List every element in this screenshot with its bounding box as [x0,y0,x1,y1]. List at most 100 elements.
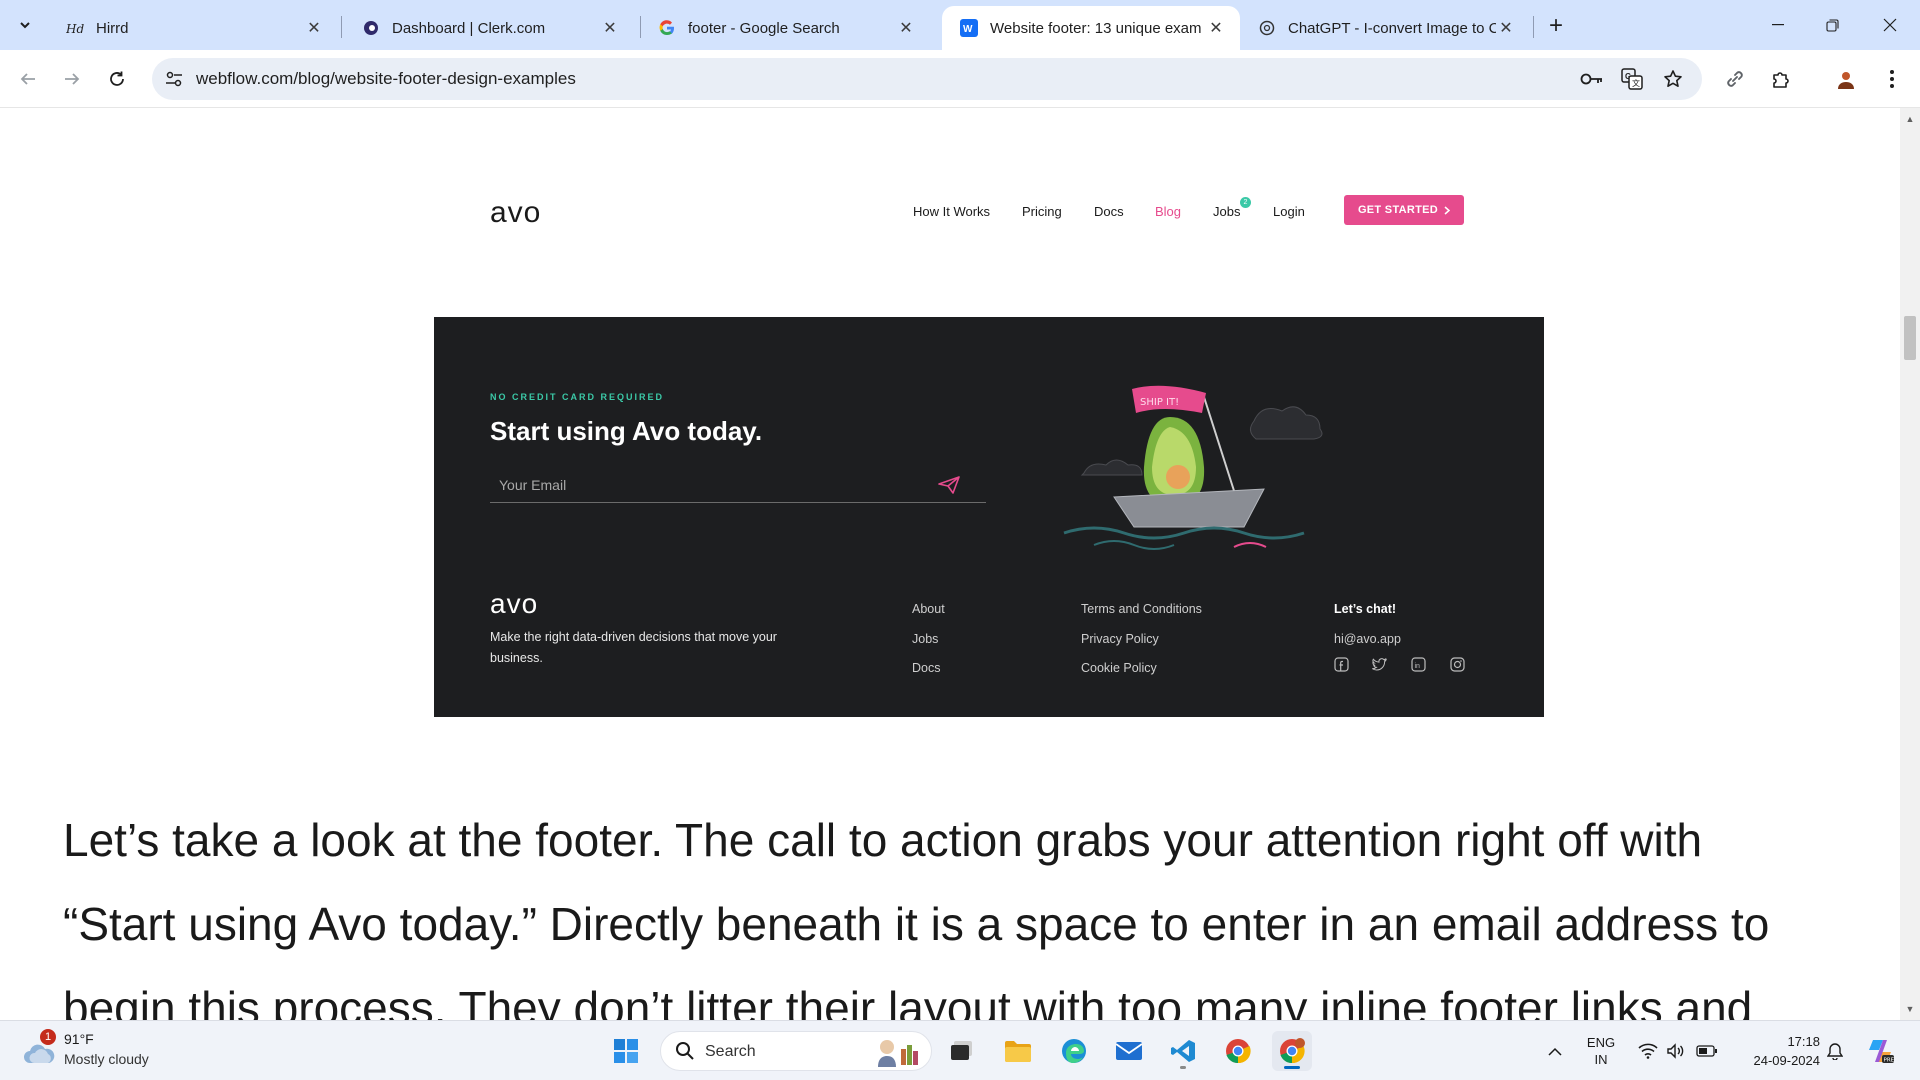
footer-link-cookie[interactable]: Cookie Policy [1081,661,1157,675]
vscode-button[interactable] [1163,1031,1203,1071]
extensions-puzzle-icon[interactable] [1765,63,1797,95]
chatgpt-icon [1258,19,1276,37]
new-tab-button[interactable]: + [1542,12,1570,40]
site-info-icon[interactable] [162,67,186,91]
vscode-icon [1171,1040,1195,1062]
weather-temperature: 91°F [64,1031,94,1047]
browser-menu-icon[interactable] [1876,63,1908,95]
get-started-button[interactable]: GET STARTED [1344,195,1464,225]
email-input[interactable] [499,477,919,493]
tab-chatgpt[interactable]: ChatGPT - I-convert Image to C ✕ [1240,6,1530,50]
input-language-indicator[interactable]: ENG IN [1578,1031,1624,1071]
close-icon[interactable]: ✕ [304,18,324,38]
email-field[interactable] [490,473,986,503]
footer-heading: Start using Avo today. [490,416,763,446]
windows-taskbar: 1 91°F Mostly cloudy Search ENG IN 17:18… [0,1020,1920,1080]
avo-nav-docs[interactable]: Docs [1094,204,1124,219]
tab-title: footer - Google Search [688,19,840,37]
system-clock[interactable]: 17:18 24-09-2024 [1730,1032,1821,1070]
avo-nav-jobs[interactable]: Jobs [1213,204,1240,219]
scrollbar-thumb[interactable] [1904,316,1916,360]
svg-text:Hd: Hd [66,22,84,35]
tab-webflow-active[interactable]: W Website footer: 13 unique exam ✕ [942,6,1240,50]
linkedin-icon[interactable]: in [1411,657,1426,672]
scroll-down-icon[interactable]: ▼ [1905,1004,1915,1014]
article-line: “Start using Avo today.” Directly beneat… [63,898,1770,950]
article-line: begin this process. They don’t litter th… [63,982,1753,1020]
avo-nav-blog[interactable]: Blog [1155,204,1181,219]
chrome-profile-button[interactable] [1272,1031,1312,1071]
footer-link-privacy[interactable]: Privacy Policy [1081,632,1159,646]
tab-google-search[interactable]: footer - Google Search ✕ [640,6,930,50]
link-extension-icon[interactable] [1719,63,1751,95]
instagram-icon[interactable] [1450,657,1465,672]
avo-header-logo[interactable]: avo [490,196,541,230]
chrome-icon [1226,1039,1251,1064]
flag-text: SHIP IT! [1140,397,1179,408]
weather-widget[interactable]: 1 91°F Mostly cloudy [22,1029,182,1073]
contact-email-link[interactable]: hi@avo.app [1334,632,1401,646]
tab-search-button[interactable] [10,11,40,39]
show-hidden-icons-button[interactable] [1540,1031,1570,1071]
volume-icon[interactable] [1664,1031,1688,1071]
browser-toolbar: webflow.com/blog/website-footer-design-e… [0,50,1920,108]
restore-button[interactable] [1808,10,1856,40]
tab-hirrd[interactable]: Hd Hirrd ✕ [48,6,338,50]
close-icon[interactable]: ✕ [1496,18,1516,38]
notification-bell-icon[interactable] [1824,1031,1846,1071]
mail-button[interactable] [1109,1031,1149,1071]
running-indicator [1180,1066,1186,1069]
back-button[interactable] [12,63,44,95]
search-highlight-image [878,1040,918,1067]
file-explorer-button[interactable] [998,1031,1038,1071]
footer-logo[interactable]: avo [490,588,538,620]
close-icon [1883,18,1897,32]
tab-clerk[interactable]: Dashboard | Clerk.com ✕ [344,6,634,50]
battery-icon[interactable] [1694,1031,1720,1071]
copilot-icon[interactable]: PRE [1862,1031,1898,1071]
page-viewport: avo How It Works Pricing Docs Blog Jobs … [0,108,1900,1020]
footer-link-about[interactable]: About [912,602,945,616]
start-button[interactable] [606,1031,646,1071]
taskbar-search[interactable]: Search [660,1031,932,1071]
paper-plane-icon [938,476,960,494]
svg-text:文: 文 [1632,78,1640,88]
facebook-icon[interactable] [1334,657,1349,672]
avo-nav-how-it-works[interactable]: How It Works [913,204,990,219]
footer-link-docs[interactable]: Docs [912,661,940,675]
bookmark-star-icon[interactable] [1661,67,1685,91]
send-button[interactable] [936,473,962,497]
folder-icon [1005,1041,1031,1062]
footer-link-terms[interactable]: Terms and Conditions [1081,602,1202,616]
close-icon[interactable]: ✕ [896,18,916,38]
forward-button[interactable] [56,63,88,95]
avo-nav-login[interactable]: Login [1273,204,1305,219]
tab-title: ChatGPT - I-convert Image to C [1288,19,1496,37]
twitter-icon[interactable] [1372,657,1387,672]
footer-tagline: NO CREDIT CARD REQUIRED [490,392,665,402]
avo-nav-pricing[interactable]: Pricing [1022,204,1062,219]
edge-browser-button[interactable] [1054,1031,1094,1071]
minimize-button[interactable] [1754,10,1802,40]
translate-icon[interactable]: G文 [1620,67,1644,91]
close-window-button[interactable] [1866,10,1914,40]
google-icon [658,19,676,37]
webflow-icon: W [960,19,978,37]
tab-title: Hirrd [96,19,129,37]
footer-link-jobs[interactable]: Jobs [912,632,938,646]
wifi-icon[interactable] [1636,1031,1660,1071]
mail-icon [1115,1042,1143,1060]
close-icon[interactable]: ✕ [600,18,620,38]
hirrd-icon: Hd [66,19,84,37]
page-scrollbar[interactable]: ▲ ▼ [1900,108,1920,1020]
svg-text:W: W [963,24,973,35]
close-icon[interactable]: ✕ [1206,18,1226,38]
scroll-up-icon[interactable]: ▲ [1905,114,1915,124]
password-key-icon[interactable] [1580,67,1604,91]
task-view-button[interactable] [942,1031,982,1071]
address-bar[interactable]: webflow.com/blog/website-footer-design-e… [152,58,1702,100]
reload-button[interactable] [101,63,133,95]
chrome-button[interactable] [1218,1031,1258,1071]
profile-avatar[interactable] [1830,63,1862,95]
region-code: IN [1594,1052,1608,1067]
